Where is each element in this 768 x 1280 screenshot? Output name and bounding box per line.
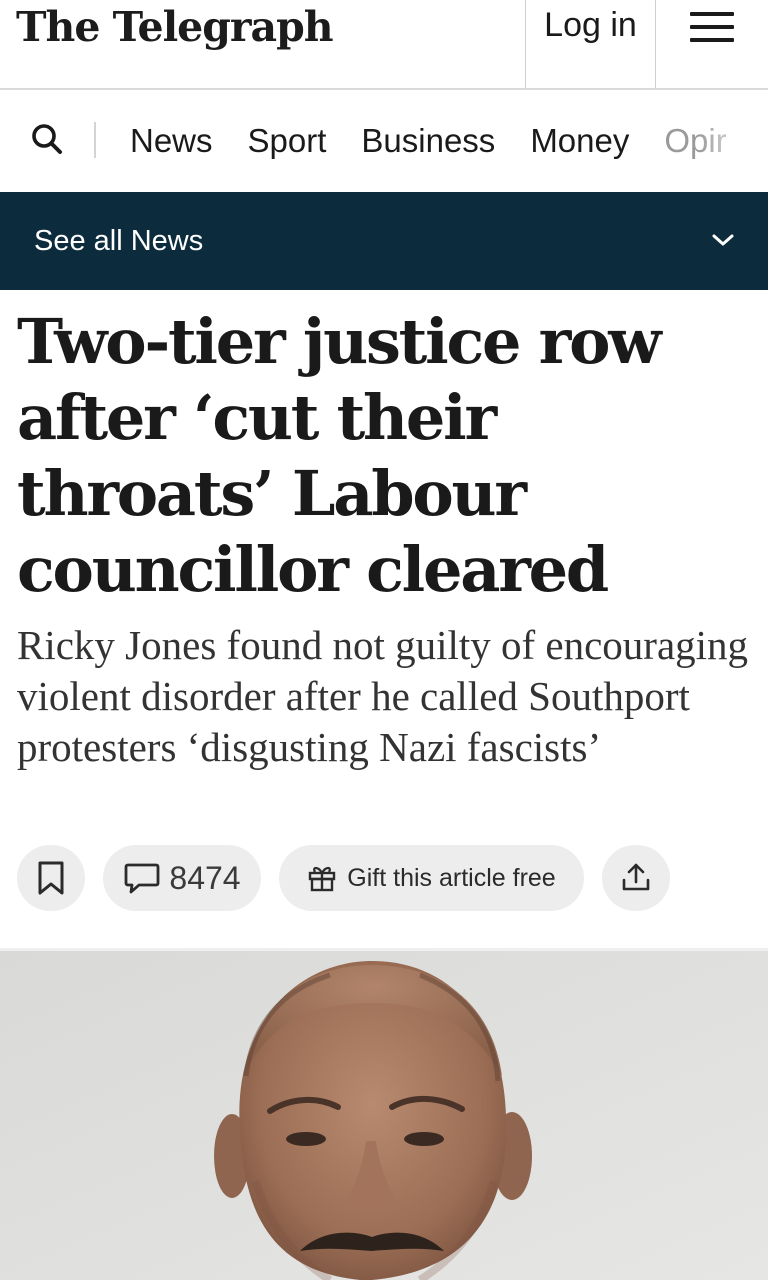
comments-count: 8474 [169, 859, 241, 896]
hamburger-menu-icon[interactable] [690, 12, 734, 44]
bookmark-icon [38, 861, 64, 895]
gift-article-label: Gift this article free [347, 863, 556, 892]
lead-image [0, 951, 768, 1280]
login-button[interactable]: Log in [525, 0, 656, 88]
gift-icon [309, 866, 336, 892]
section-nav: News Sport Business Money Opir [0, 90, 768, 192]
nav-item-money[interactable]: Money [530, 122, 629, 160]
nav-item-opinion[interactable]: Opir [664, 122, 726, 160]
nav-item-business[interactable]: Business [361, 122, 495, 160]
chevron-down-icon[interactable] [710, 232, 736, 248]
telegraph-logo[interactable]: The Telegraph [16, 0, 334, 54]
nav-item-sport[interactable]: Sport [248, 122, 327, 160]
comments-button[interactable]: 8474 [103, 845, 261, 911]
share-button[interactable] [602, 845, 670, 911]
bookmark-button[interactable] [17, 845, 85, 911]
nav-divider [94, 122, 96, 158]
masthead: The Telegraph Log in [0, 0, 768, 88]
gift-article-button[interactable]: Gift this article free [279, 845, 584, 911]
article-headline: Two-tier justice row after ‘cut their th… [17, 305, 662, 606]
article-standfirst: Ricky Jones found not guilty of encourag… [17, 622, 749, 770]
see-all-news-label: See all News [34, 224, 204, 257]
share-upload-icon [622, 863, 650, 891]
search-icon[interactable] [30, 122, 66, 158]
see-all-news-bar[interactable]: See all News [0, 192, 768, 290]
nav-list: News Sport Business Money Opir [130, 90, 762, 192]
comment-bubble-icon [125, 863, 160, 894]
nav-item-news[interactable]: News [130, 122, 213, 160]
